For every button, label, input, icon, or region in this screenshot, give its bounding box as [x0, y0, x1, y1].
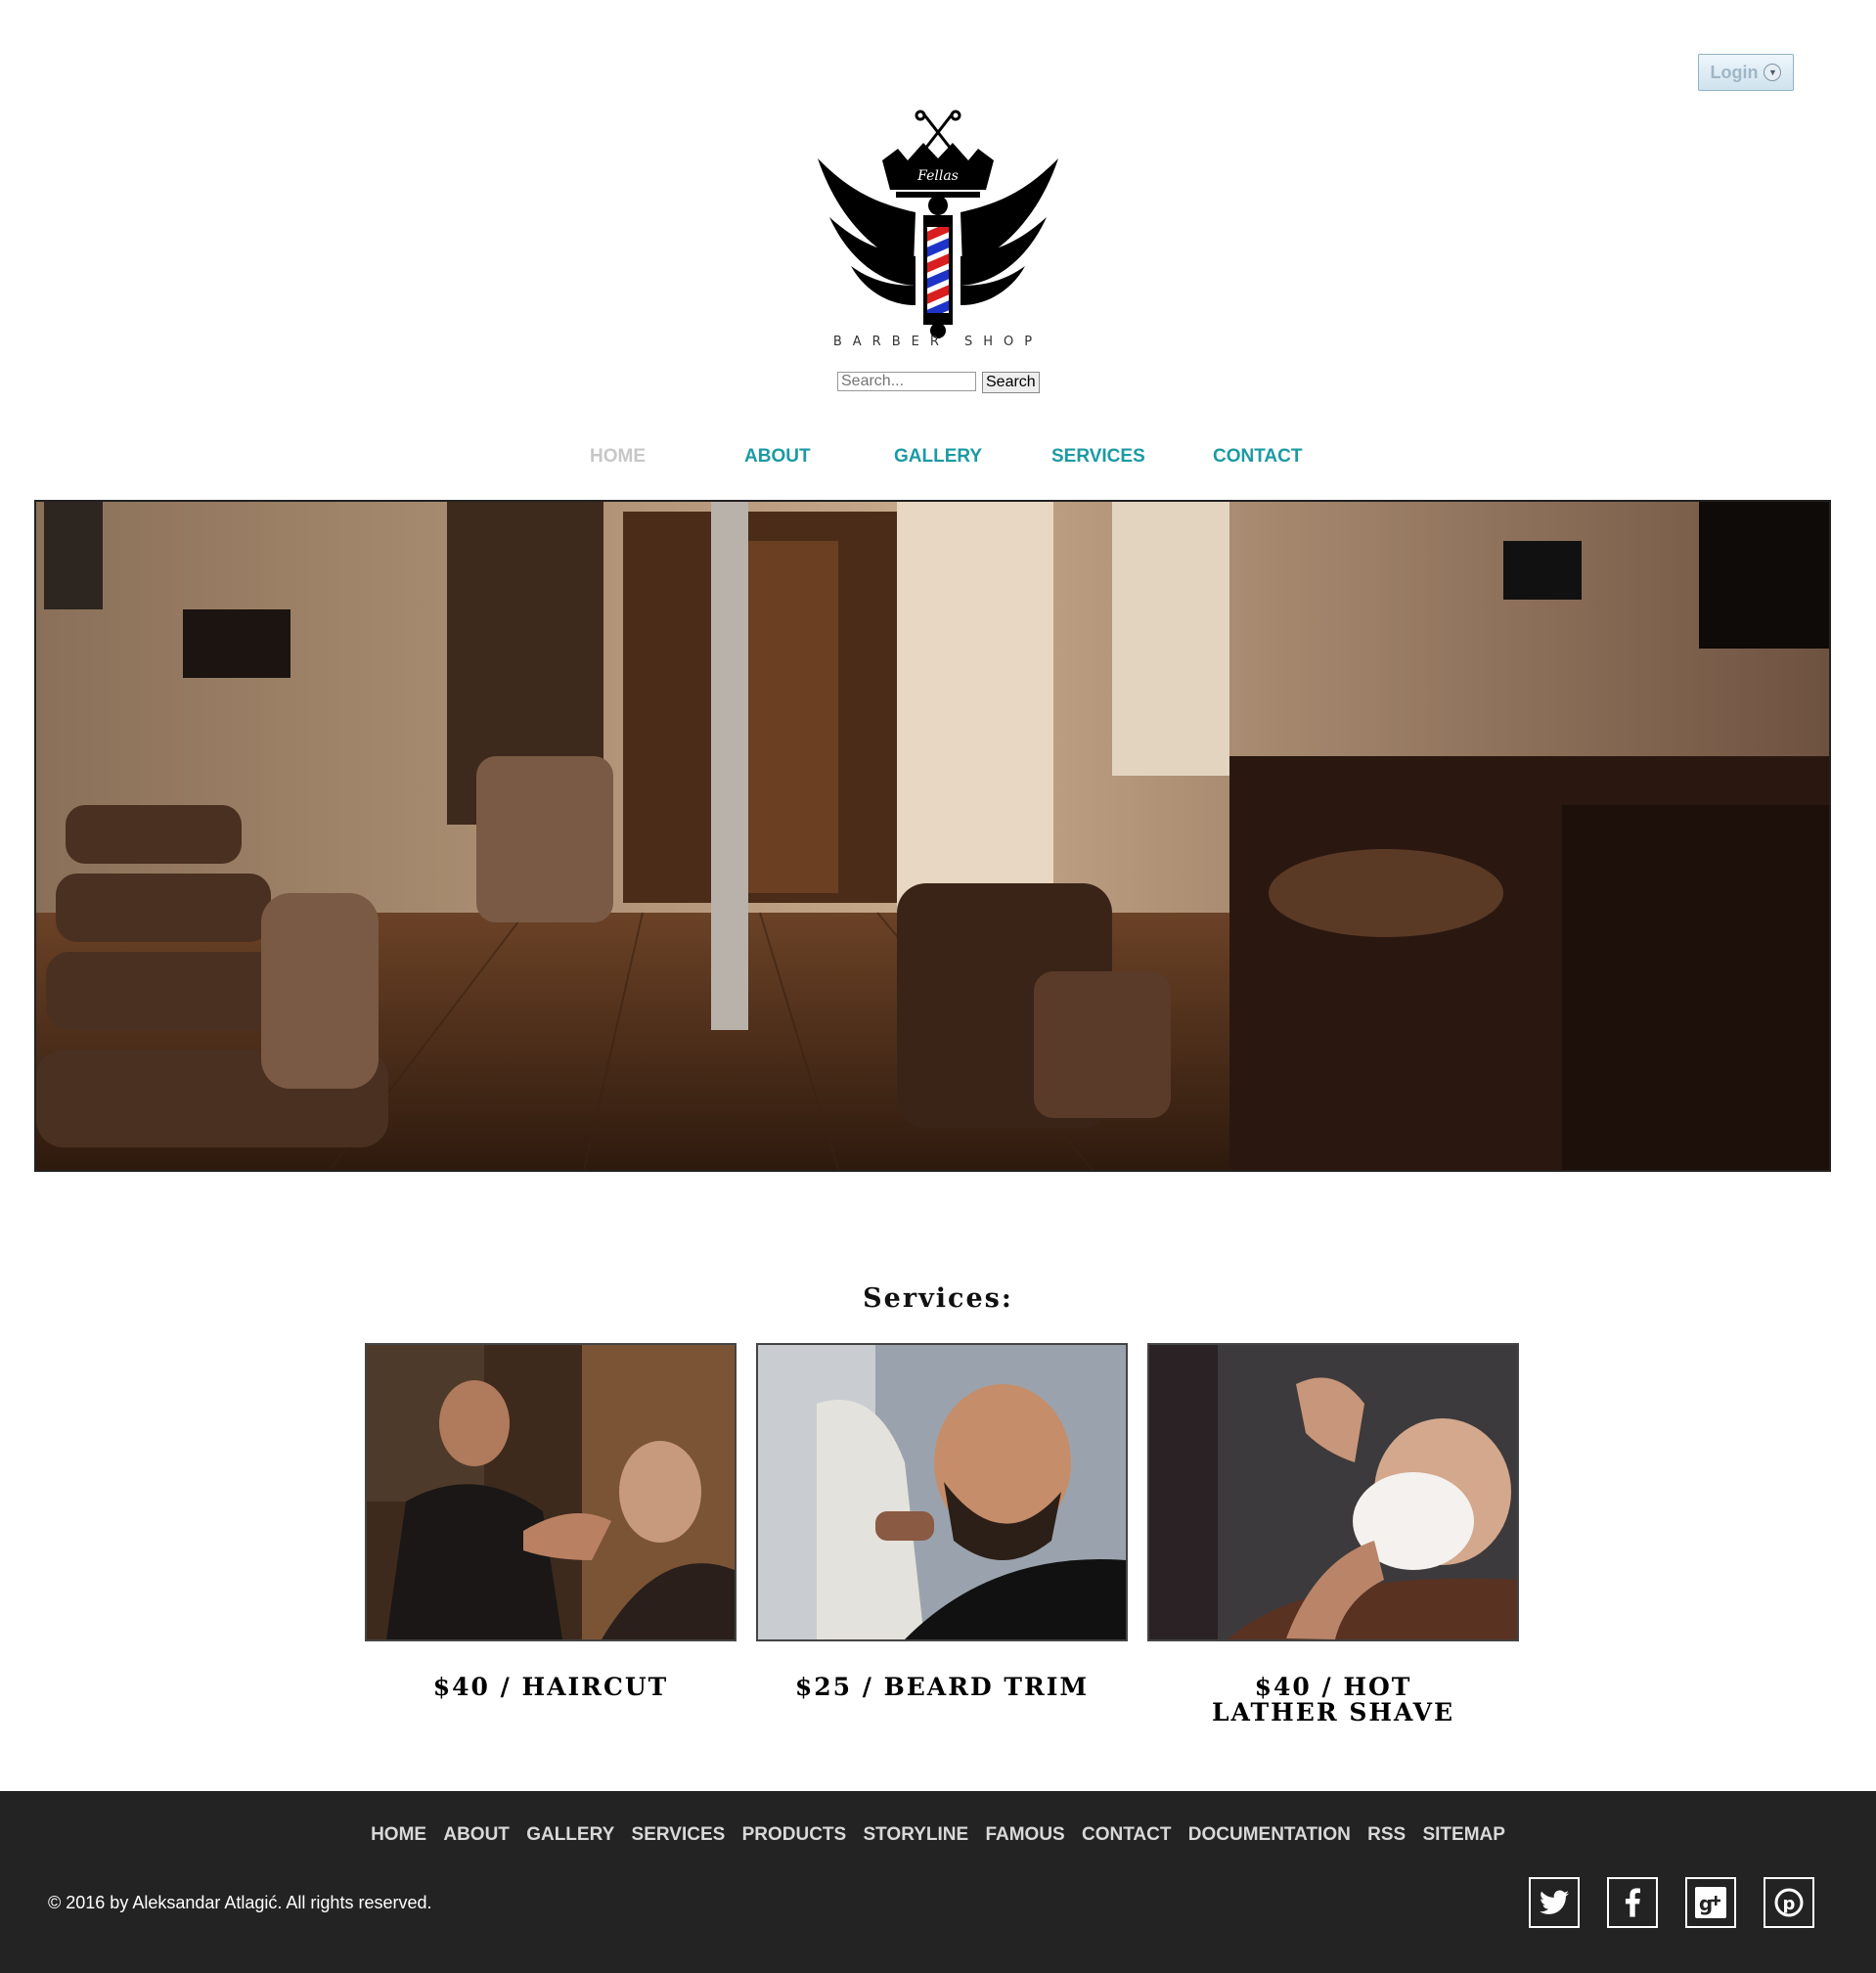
service-label-haircut: $40 / HAIRCUT [432, 1673, 669, 1701]
barber-shop-logo: Fellas [818, 110, 1058, 338]
search-button[interactable]: Search [982, 372, 1040, 393]
footer-link-products[interactable]: PRODUCTS [742, 1824, 847, 1845]
search-input[interactable] [837, 372, 976, 391]
footer-link-rss[interactable]: RSS [1367, 1824, 1406, 1845]
svg-text:g: g [1699, 1892, 1713, 1915]
twitter-icon[interactable] [1529, 1877, 1580, 1928]
nav-services[interactable]: SERVICES [1051, 446, 1145, 468]
footer-link-storyline[interactable]: STORYLINE [863, 1824, 968, 1845]
nav-gallery[interactable]: GALLERY [894, 446, 982, 468]
logo-script: Fellas [916, 168, 959, 184]
chevron-down-icon: ▼ [1764, 64, 1782, 81]
login-label: Login [1710, 62, 1759, 82]
footer-link-documentation[interactable]: DOCUMENTATION [1188, 1824, 1351, 1845]
hero-image [34, 500, 1831, 1172]
footer-nav: HOME ABOUT GALLERY SERVICES PRODUCTS STO… [0, 1824, 1876, 1846]
service-label-hot-lather-shave: $40 / HOT LATHER SHAVE [1211, 1673, 1455, 1726]
svg-text:p: p [1783, 1894, 1796, 1914]
logo-text: BARBER SHOP [832, 335, 1044, 349]
service-label-beard-trim: $25 / BEARD TRIM [794, 1673, 1090, 1701]
footer-link-contact[interactable]: CONTACT [1082, 1824, 1171, 1845]
footer-link-about[interactable]: ABOUT [443, 1824, 510, 1845]
footer-link-home[interactable]: HOME [371, 1824, 426, 1845]
facebook-icon[interactable] [1607, 1877, 1658, 1928]
nav-contact[interactable]: CONTACT [1213, 446, 1302, 468]
footer-link-gallery[interactable]: GALLERY [526, 1824, 614, 1845]
hot-lather-shave-image [1147, 1343, 1519, 1641]
footer-link-famous[interactable]: FAMOUS [985, 1824, 1064, 1845]
copyright: © 2016 by Aleksandar Atlagić. All rights… [48, 1893, 432, 1912]
nav-home[interactable]: HOME [590, 446, 646, 468]
footer: HOME ABOUT GALLERY SERVICES PRODUCTS STO… [0, 1791, 1876, 1973]
pinterest-icon[interactable]: p [1764, 1877, 1814, 1928]
footer-link-services[interactable]: SERVICES [632, 1824, 726, 1845]
services-title: Services: [863, 1283, 1013, 1314]
search-form: Search [837, 372, 1040, 393]
beard-trim-image [756, 1343, 1128, 1641]
haircut-image [365, 1343, 737, 1641]
nav-about[interactable]: ABOUT [744, 446, 811, 468]
google-plus-icon[interactable]: g [1685, 1877, 1736, 1928]
login-button[interactable]: Login ▼ [1698, 54, 1794, 91]
footer-link-sitemap[interactable]: SITEMAP [1422, 1824, 1504, 1845]
main-nav: HOME ABOUT GALLERY SERVICES CONTACT [0, 446, 1876, 471]
